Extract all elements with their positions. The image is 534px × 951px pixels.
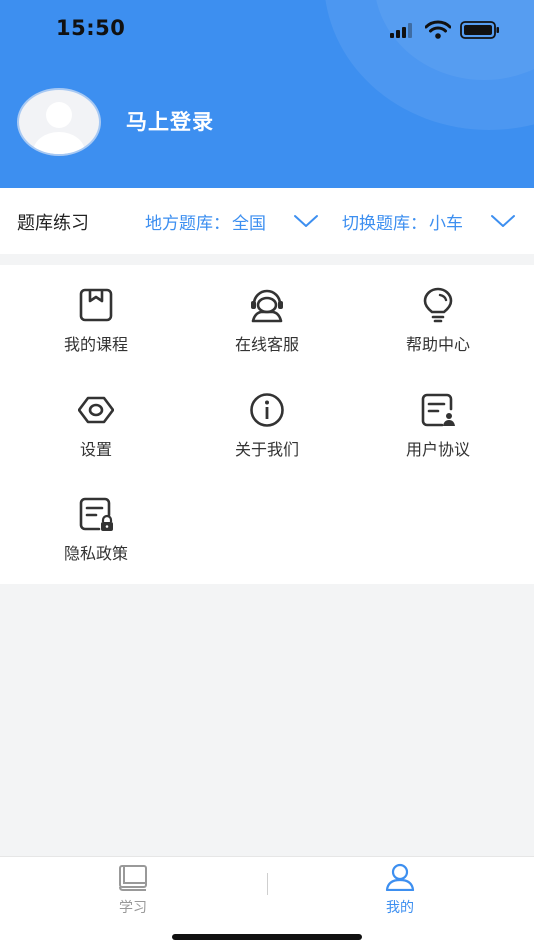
bank-title: 题库练习 xyxy=(17,213,89,234)
menu-item-label: 我的课程 xyxy=(63,335,128,354)
settings-icon xyxy=(78,396,114,424)
menu-item-settings[interactable]: 设置 xyxy=(7,370,185,460)
menu-item-privacy-policy[interactable]: 隐私政策 xyxy=(7,474,185,564)
switch-bank-selector[interactable]: 切换题库： 小车 xyxy=(342,209,463,234)
default-avatar-icon xyxy=(33,102,85,154)
profile-header: 15:50 马上登录 xyxy=(0,0,534,188)
region-bank-selector[interactable]: 地方题库： 全国 xyxy=(145,209,266,234)
region-bank-value: 全国 xyxy=(232,214,266,234)
status-time: 15:50 xyxy=(56,16,126,40)
menu-item-label: 隐私政策 xyxy=(63,544,128,563)
menu-item-label: 帮助中心 xyxy=(405,335,470,354)
wifi-icon xyxy=(425,20,451,39)
menu-item-online-service[interactable]: 在线客服 xyxy=(178,265,356,355)
switch-bank-label: 切换题库： xyxy=(342,214,427,234)
person-icon xyxy=(385,863,415,892)
status-bar: 15:50 xyxy=(0,0,534,60)
tab-mine[interactable]: 我的 xyxy=(340,863,460,917)
menu-item-label: 设置 xyxy=(79,440,112,459)
headset-icon xyxy=(251,289,283,323)
menu-item-about-us[interactable]: 关于我们 xyxy=(178,370,356,460)
battery-icon xyxy=(460,21,499,39)
menu-item-label: 关于我们 xyxy=(234,440,299,459)
info-icon xyxy=(250,393,284,427)
menu-item-help-center[interactable]: 帮助中心 xyxy=(349,265,527,355)
tab-mine-label: 我的 xyxy=(386,900,414,916)
question-bank-bar: 题库练习 地方题库： 全国 切换题库： 小车 xyxy=(0,188,534,254)
menu-item-label: 用户协议 xyxy=(405,440,470,459)
tab-study-label: 学习 xyxy=(119,900,147,916)
book-icon xyxy=(79,288,113,322)
region-bank-label: 地方题库： xyxy=(145,214,230,234)
privacy-lock-icon xyxy=(79,497,113,531)
tab-divider xyxy=(267,873,268,895)
menu-item-my-courses[interactable]: 我的课程 xyxy=(7,265,185,355)
home-indicator xyxy=(172,934,362,940)
menu-item-user-agreement[interactable]: 用户协议 xyxy=(349,370,527,460)
avatar[interactable] xyxy=(17,88,101,156)
lightbulb-icon xyxy=(423,287,453,323)
chevron-down-icon[interactable] xyxy=(490,213,516,229)
tab-study[interactable]: 学习 xyxy=(73,863,193,917)
user-agreement-icon xyxy=(421,393,455,427)
login-link[interactable]: 马上登录 xyxy=(126,106,214,136)
chevron-down-icon[interactable] xyxy=(293,213,319,229)
switch-bank-value: 小车 xyxy=(429,214,463,234)
cellular-signal-icon xyxy=(390,23,412,38)
book-stack-icon xyxy=(119,865,147,891)
menu-grid: 我的课程 在线客服 帮助中心 设置 关于我们 用户协议 隐私政策 xyxy=(0,265,534,584)
menu-item-label: 在线客服 xyxy=(234,335,299,354)
